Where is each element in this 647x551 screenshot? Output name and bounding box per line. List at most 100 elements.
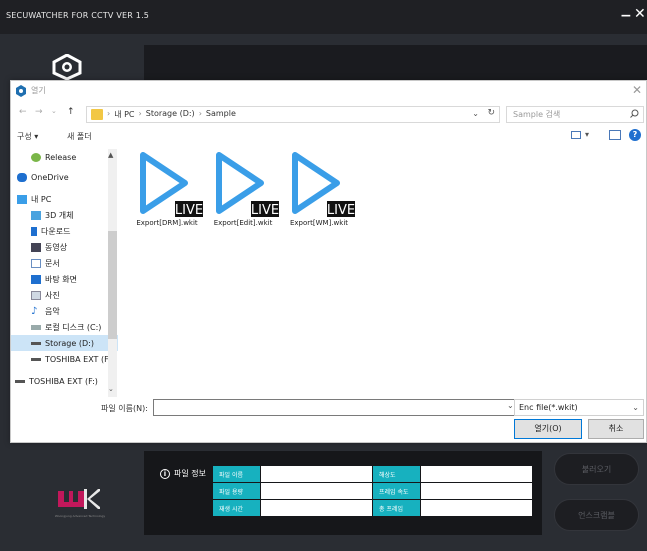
new-folder-button[interactable]: 새 폴더: [67, 131, 92, 142]
file-info-label: i 파일 정보: [160, 468, 206, 479]
back-arrow-icon[interactable]: ←: [19, 107, 27, 117]
onedrive-icon: [17, 172, 27, 182]
file-info-title: 파일 정보: [174, 469, 206, 478]
nav-item-label: 문서: [45, 258, 60, 268]
forward-arrow-icon[interactable]: →: [35, 107, 43, 117]
breadcrumb-item[interactable]: 내 PC: [114, 109, 134, 120]
file-badge: LIVE: [175, 203, 203, 218]
video-preview-area: [144, 45, 647, 85]
open-button[interactable]: 열기(O): [514, 419, 582, 439]
wk-logo-w: [58, 491, 84, 507]
nav-item-music[interactable]: ♪ 음악: [11, 303, 118, 319]
up-arrow-icon[interactable]: ↑: [67, 107, 75, 117]
app-title-bar: SECUWATCHER FOR CCTV VER 1.5 − ✕: [0, 0, 647, 34]
scroll-down-icon[interactable]: ⌄: [108, 385, 114, 393]
nav-item-label: 사진: [45, 290, 60, 300]
address-dropdown-icon[interactable]: ⌄: [472, 109, 479, 118]
nav-item-release[interactable]: Release: [11, 149, 118, 165]
3d-objects-icon: [31, 210, 41, 220]
address-bar[interactable]: › 내 PC › Storage (D:) › Sample ⌄ ↻: [86, 106, 500, 123]
help-icon[interactable]: ?: [629, 129, 641, 141]
nav-item-3d-objects[interactable]: 3D 개체: [11, 207, 118, 223]
info-icon: i: [160, 468, 170, 479]
nav-item-label: 음악: [45, 306, 60, 316]
live-video-file-icon: LIVE: [140, 152, 203, 218]
refresh-icon[interactable]: ↻: [487, 108, 495, 118]
nav-item-desktop[interactable]: 바탕 화면: [11, 271, 118, 287]
navigation-bar: ← → ⌄ ↑ › 내 PC › Storage (D:) › Sample ⌄…: [11, 103, 646, 125]
breadcrumb-separator: ›: [138, 109, 142, 118]
drive-icon: [31, 341, 41, 345]
filename-dropdown-icon[interactable]: ⌄: [507, 401, 514, 410]
nav-item-videos[interactable]: 동영상: [11, 239, 118, 255]
info-key: 총 프레임: [372, 499, 421, 517]
nav-item-label: TOSHIBA EXT (F:): [29, 376, 98, 386]
nav-item-downloads[interactable]: 다운로드: [11, 223, 118, 239]
nav-item-label: 내 PC: [31, 194, 52, 204]
nav-item-label: 로컬 디스크 (C:): [45, 322, 102, 332]
filetype-dropdown-icon: ⌄: [632, 403, 639, 412]
info-row: 파일 이름 해상도: [212, 465, 533, 483]
file-name: Export[DRM].wkit: [136, 219, 198, 227]
info-value: [260, 465, 373, 483]
desktop-icon: [31, 274, 41, 284]
nav-item-pc[interactable]: 내 PC: [11, 191, 118, 207]
filetype-select[interactable]: Enc file(*.wkit) ⌄: [514, 399, 644, 416]
scroll-up-icon[interactable]: ▲: [108, 151, 113, 159]
nav-item-local-disk[interactable]: 로컬 디스크 (C:): [11, 319, 118, 335]
info-row: 파일 용량 프레임 속도: [212, 482, 533, 500]
breadcrumb-item[interactable]: Sample: [206, 109, 236, 120]
view-options-icon[interactable]: [571, 131, 581, 139]
nav-item-onedrive[interactable]: OneDrive: [11, 169, 118, 185]
nav-item-pictures[interactable]: 사진: [11, 287, 118, 303]
dialog-close-button[interactable]: ✕: [632, 83, 642, 97]
nav-item-label: 동영상: [45, 242, 68, 252]
recent-locations-icon[interactable]: ⌄: [51, 107, 57, 115]
info-key: 해상도: [372, 465, 421, 483]
cancel-button[interactable]: 취소: [588, 419, 644, 439]
nav-item-label: 바탕 화면: [45, 274, 77, 284]
open-file-dialog: 열기 ✕ ← → ⌄ ↑ › 내 PC › Storage (D:) › Sam…: [10, 80, 647, 443]
close-button[interactable]: ✕: [634, 6, 646, 22]
nav-item-documents[interactable]: 문서: [11, 255, 118, 271]
nav-item-label: TOSHIBA EXT (F: [45, 354, 109, 364]
search-placeholder: Sample 검색: [513, 110, 561, 119]
nav-item-storage-d[interactable]: Storage (D:): [11, 335, 118, 351]
file-badge: LIVE: [327, 203, 355, 218]
dialog-title: 열기: [31, 86, 46, 95]
live-video-file-icon: LIVE: [292, 152, 355, 218]
nav-item-toshiba-f-root[interactable]: TOSHIBA EXT (F:): [11, 373, 118, 389]
view-dropdown-icon[interactable]: ▾: [585, 130, 589, 139]
nav-pane-scroll-thumb[interactable]: [108, 231, 117, 339]
pictures-icon: [31, 290, 41, 300]
documents-icon: [31, 258, 41, 268]
info-key: 파일 이름: [212, 465, 261, 483]
info-value: [420, 499, 533, 517]
info-value: [420, 465, 533, 483]
navigation-pane: Release OneDrive 내 PC 3D 개체 다운로드 동영상 문서: [11, 149, 118, 397]
load-button[interactable]: 불러오기: [554, 453, 639, 485]
secuwatcher-logo-icon: [52, 54, 82, 80]
search-icon: [630, 109, 639, 118]
search-input[interactable]: Sample 검색: [506, 106, 644, 123]
info-key: 재생 시간: [212, 499, 261, 517]
minimize-button[interactable]: −: [620, 8, 632, 24]
dialog-toolbar: 구성 ▾ 새 폴더 ▾ ?: [11, 125, 646, 149]
organize-button[interactable]: 구성 ▾: [17, 131, 38, 142]
app-title: SECUWATCHER FOR CCTV VER 1.5: [6, 11, 150, 20]
info-value: [260, 499, 373, 517]
info-key: 파일 용량: [212, 482, 261, 500]
filename-input[interactable]: [153, 399, 520, 416]
info-key: 프레임 속도: [372, 482, 421, 500]
nav-item-toshiba-f[interactable]: TOSHIBA EXT (F: [11, 351, 118, 367]
release-icon: [31, 152, 41, 162]
drive-icon: [15, 379, 25, 383]
preview-pane-icon[interactable]: [609, 130, 621, 140]
breadcrumb-item[interactable]: Storage (D:): [146, 109, 195, 120]
nav-item-label: 3D 개체: [45, 210, 74, 220]
local-disk-icon: [31, 324, 41, 330]
breadcrumb-separator: ›: [107, 109, 111, 118]
downloads-icon: [31, 226, 37, 236]
pc-icon: [17, 194, 27, 204]
unscramble-button[interactable]: 언스크램블: [554, 499, 639, 531]
